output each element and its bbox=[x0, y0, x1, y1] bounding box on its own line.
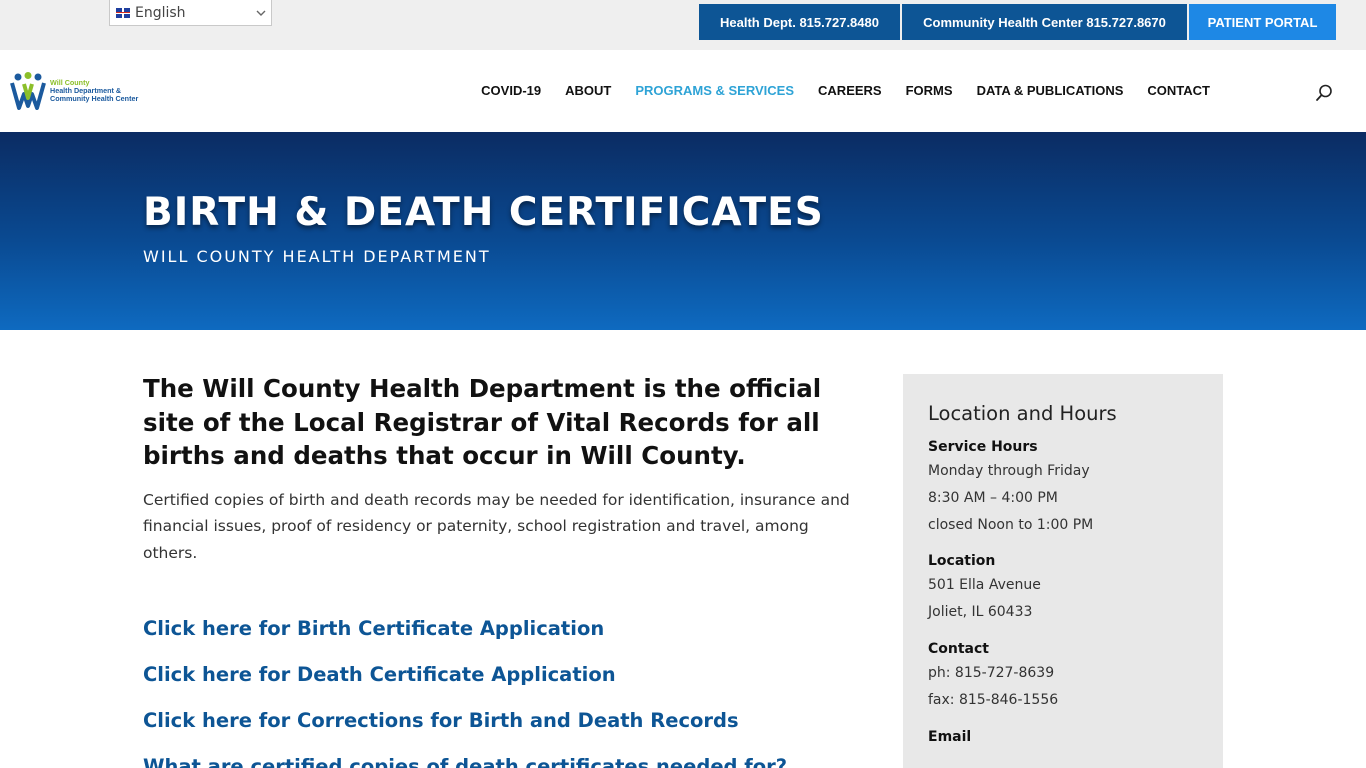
search-icon[interactable] bbox=[1315, 84, 1333, 102]
death-certificate-uses-link[interactable]: What are certified copies of death certi… bbox=[143, 754, 787, 768]
fax-line: fax: 815-846-1556 bbox=[928, 691, 1059, 708]
uk-flag-icon bbox=[116, 7, 130, 18]
location-section: Location 501 Ella Avenue Joliet, IL 6043… bbox=[928, 550, 1198, 626]
contact-section: Contact ph: 815-727-8639 fax: 815-846-15… bbox=[928, 638, 1198, 714]
main-content: The Will County Health Department is the… bbox=[143, 372, 853, 768]
service-hours-heading: Service Hours bbox=[928, 439, 1038, 455]
service-hours-line: closed Noon to 1:00 PM bbox=[928, 516, 1094, 533]
nav-item-about[interactable]: ABOUT bbox=[565, 83, 611, 98]
service-hours-line: 8:30 AM – 4:00 PM bbox=[928, 489, 1058, 506]
patient-portal-button[interactable]: PATIENT PORTAL bbox=[1189, 4, 1336, 40]
contact-heading: Contact bbox=[928, 640, 989, 657]
nav-item-programs-services[interactable]: PROGRAMS & SERVICES bbox=[635, 83, 794, 98]
language-select[interactable]: English bbox=[109, 0, 272, 26]
nav-item-careers[interactable]: CAREERS bbox=[818, 83, 882, 98]
site-logo[interactable]: Will County Health Department & Communit… bbox=[10, 71, 155, 111]
language-label: English bbox=[135, 4, 186, 21]
health-dept-phone-button[interactable]: Health Dept. 815.727.8480 bbox=[699, 4, 900, 40]
phone-line: ph: 815-727-8639 bbox=[928, 664, 1055, 681]
lead-paragraph: The Will County Health Department is the… bbox=[143, 374, 822, 470]
death-certificate-application-link[interactable]: Click here for Death Certificate Applica… bbox=[143, 662, 787, 687]
location-hours-sidebar: Location and Hours Service Hours Monday … bbox=[903, 374, 1223, 768]
community-health-center-phone-button[interactable]: Community Health Center 815.727.8670 bbox=[902, 4, 1187, 40]
logo-text: Will County Health Department & Communit… bbox=[50, 78, 139, 103]
top-utility-bar: English Health Dept. 815.727.8480 Commun… bbox=[0, 0, 1366, 50]
main-nav: COVID-19 ABOUT PROGRAMS & SERVICES CAREE… bbox=[481, 83, 1210, 98]
address-line: 501 Ella Avenue bbox=[928, 577, 1041, 594]
body-paragraph: Certified copies of birth and death reco… bbox=[143, 490, 850, 562]
site-header: Will County Health Department & Communit… bbox=[0, 50, 1366, 132]
address-line: Joliet, IL 60433 bbox=[928, 604, 1033, 621]
corrections-link[interactable]: Click here for Corrections for Birth and… bbox=[143, 708, 787, 733]
chevron-down-icon bbox=[251, 6, 271, 19]
sidebar-title: Location and Hours bbox=[928, 402, 1117, 425]
page-hero: BIRTH & DEATH CERTIFICATES WILL COUNTY H… bbox=[0, 132, 1366, 330]
page-subtitle: WILL COUNTY HEALTH DEPARTMENT bbox=[143, 247, 491, 266]
will-county-logo-icon bbox=[10, 72, 46, 110]
service-hours-section: Service Hours Monday through Friday 8:30… bbox=[928, 436, 1198, 538]
nav-item-data-publications[interactable]: DATA & PUBLICATIONS bbox=[977, 83, 1124, 98]
certificate-links: Click here for Birth Certificate Applica… bbox=[143, 616, 787, 768]
nav-item-covid-19[interactable]: COVID-19 bbox=[481, 83, 541, 98]
page-title: BIRTH & DEATH CERTIFICATES bbox=[143, 190, 824, 235]
email-heading: Email bbox=[928, 728, 972, 745]
location-heading: Location bbox=[928, 553, 996, 570]
nav-item-contact[interactable]: CONTACT bbox=[1147, 83, 1210, 98]
service-hours-line: Monday through Friday bbox=[928, 463, 1090, 479]
email-section: Email bbox=[928, 726, 1198, 748]
birth-certificate-application-link[interactable]: Click here for Birth Certificate Applica… bbox=[143, 616, 787, 641]
nav-item-forms[interactable]: FORMS bbox=[906, 83, 953, 98]
